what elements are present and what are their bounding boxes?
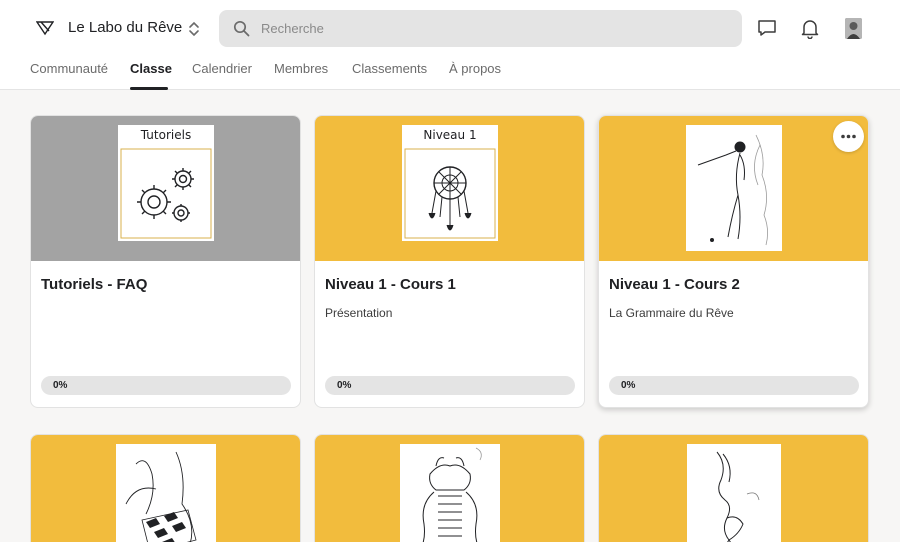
gears-icon (120, 148, 212, 239)
course-cover (315, 435, 584, 542)
progress-bar: 0% (609, 376, 859, 395)
dreamcatcher-icon (404, 148, 496, 239)
course-thumbnail (400, 444, 500, 542)
progress-bar: 0% (325, 376, 575, 395)
course-thumbnail (116, 444, 216, 542)
course-thumbnail (687, 444, 781, 542)
nav-tabs: Communauté Classe Calendrier Membres Cla… (0, 54, 900, 90)
tab-membres[interactable]: Membres (274, 61, 328, 76)
course-thumbnail (686, 125, 782, 251)
course-cover (31, 435, 300, 542)
mermaid-sketch-icon (716, 451, 760, 542)
course-card[interactable]: Niveau 1 Niveau 1 - Cours 1 Présentation… (314, 115, 585, 408)
course-cover: Tutoriels (31, 116, 300, 261)
progress-label: 0% (337, 380, 352, 391)
course-card[interactable] (314, 434, 585, 542)
avatar[interactable] (845, 18, 862, 39)
group-name[interactable]: Le Labo du Rêve (68, 18, 182, 38)
course-card[interactable] (598, 434, 869, 542)
tab-classe[interactable]: Classe (130, 61, 172, 76)
tab-communaute[interactable]: Communauté (30, 61, 108, 76)
course-card[interactable] (30, 434, 301, 542)
chevron-updown-icon[interactable] (187, 19, 201, 39)
bell-icon[interactable] (799, 17, 821, 39)
course-card[interactable]: Niveau 1 - Cours 2 La Grammaire du Rêve … (598, 115, 869, 408)
more-options-button[interactable] (833, 121, 864, 152)
progress-label: 0% (621, 380, 636, 391)
course-cover: Niveau 1 (315, 116, 584, 261)
course-subtitle: Présentation (325, 306, 393, 320)
active-tab-indicator (130, 87, 168, 90)
course-title: Niveau 1 - Cours 2 (609, 276, 740, 293)
course-cover (599, 435, 868, 542)
dancer-sketch-icon (697, 134, 768, 246)
more-horizontal-icon (841, 134, 856, 139)
course-thumbnail: Niveau 1 (402, 125, 498, 241)
course-title: Tutoriels - FAQ (41, 276, 148, 293)
search-input[interactable] (261, 10, 731, 47)
throne-sketch-icon (422, 447, 482, 542)
tab-classements[interactable]: Classements (352, 61, 427, 76)
app-header: Le Labo du Rêve Communauté Classe Calend… (0, 0, 900, 90)
course-subtitle: La Grammaire du Rêve (609, 306, 734, 320)
chessboard-sketch-icon (125, 451, 197, 542)
progress-bar: 0% (41, 376, 291, 395)
search-icon (233, 20, 250, 37)
chat-icon[interactable] (756, 17, 778, 39)
course-cover (599, 116, 868, 261)
course-card[interactable]: Tutoriels Tutoriels - FAQ 0% (30, 115, 301, 408)
search-bar[interactable] (219, 10, 742, 47)
avatar-photo-icon (845, 18, 862, 39)
course-thumbnail: Tutoriels (118, 125, 214, 241)
logo-icon[interactable] (36, 19, 54, 37)
tab-calendrier[interactable]: Calendrier (192, 61, 252, 76)
tab-a-propos[interactable]: À propos (449, 61, 501, 76)
course-title: Niveau 1 - Cours 1 (325, 276, 456, 293)
progress-label: 0% (53, 380, 68, 391)
